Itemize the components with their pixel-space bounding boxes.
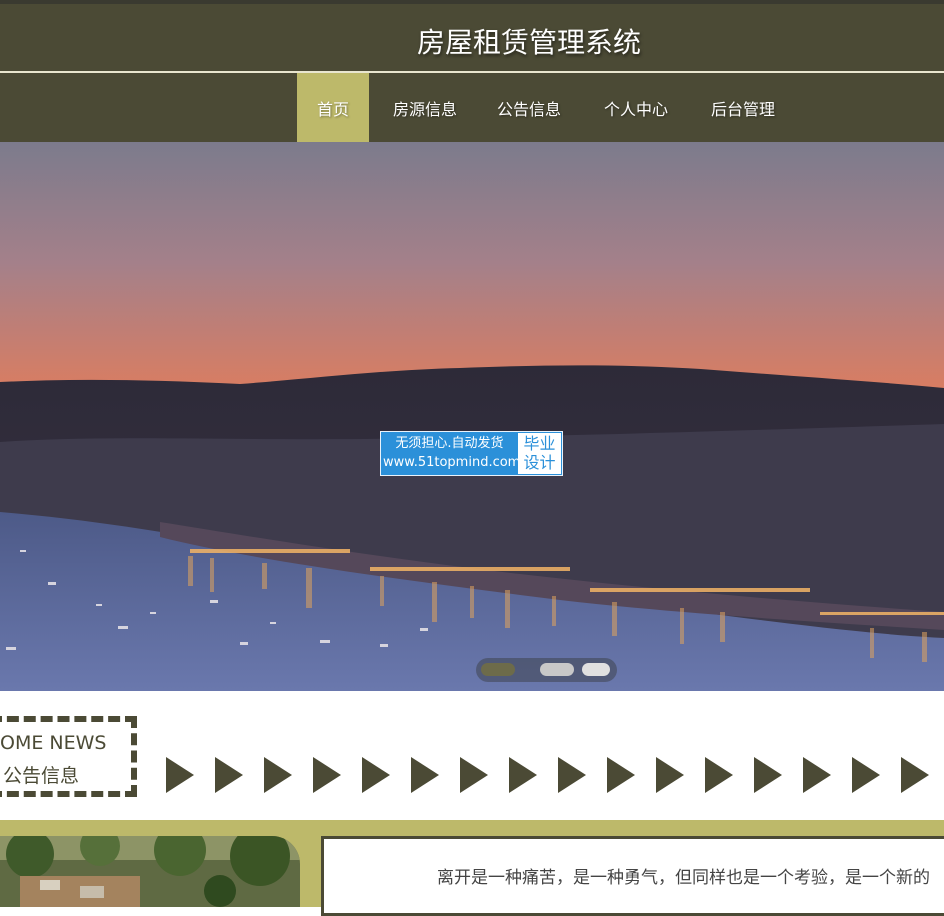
play-arrow-icon <box>460 757 488 793</box>
watermark-line-2: www.51topmind.com <box>383 455 521 470</box>
nav-item-announcements[interactable]: 公告信息 <box>488 73 570 142</box>
nav-item-admin[interactable]: 后台管理 <box>701 73 785 142</box>
main-nav: 首页 房源信息 公告信息 个人中心 后台管理 <box>0 73 944 142</box>
news-item-text: 离开是一种痛苦，是一种勇气，但同样也是一个考验，是一个新的 <box>437 868 930 888</box>
play-arrow-icon <box>656 757 684 793</box>
news-title-cn: 公告信息 <box>3 765 80 787</box>
carousel-dot-2[interactable] <box>540 663 574 676</box>
carousel-dot-1[interactable] <box>481 663 515 676</box>
site-header: 房屋租赁管理系统 <box>0 4 944 71</box>
nav-item-home[interactable]: 首页 <box>297 73 369 142</box>
watermark-tag-line-1: 毕业 <box>523 434 556 453</box>
play-arrow-icon <box>558 757 586 793</box>
nav-item-profile[interactable]: 个人中心 <box>594 73 678 142</box>
news-image[interactable] <box>0 836 300 907</box>
play-arrow-icon <box>166 757 194 793</box>
carousel-dot-3[interactable] <box>582 663 610 676</box>
watermark-text: 无须担心.自动发货 www.51topmind.com <box>383 434 521 473</box>
play-arrow-icon <box>705 757 733 793</box>
play-arrow-icon <box>509 757 537 793</box>
play-arrow-icon <box>754 757 782 793</box>
play-arrow-icon <box>215 757 243 793</box>
play-arrow-icon <box>803 757 831 793</box>
carousel-indicators <box>476 658 617 682</box>
play-arrow-icon <box>313 757 341 793</box>
play-arrow-icon <box>607 757 635 793</box>
arrow-decoration <box>166 757 929 793</box>
play-arrow-icon <box>901 757 929 793</box>
site-title: 房屋租赁管理系统 <box>417 26 642 59</box>
play-arrow-icon <box>852 757 880 793</box>
watermark-tag-line-2: 设计 <box>523 453 556 472</box>
play-arrow-icon <box>411 757 439 793</box>
banner-carousel[interactable] <box>0 142 944 691</box>
play-arrow-icon <box>362 757 390 793</box>
news-title-en: OME NEWS <box>0 732 107 754</box>
play-arrow-icon <box>264 757 292 793</box>
watermark-line-1: 无须担心.自动发货 <box>395 436 504 451</box>
watermark-badge: 无须担心.自动发货 www.51topmind.com 毕业 设计 <box>380 431 563 476</box>
nav-item-listings[interactable]: 房源信息 <box>383 73 467 142</box>
news-item[interactable]: 离开是一种痛苦，是一种勇气，但同样也是一个考验，是一个新的 <box>321 836 944 916</box>
garden-photo <box>0 836 300 907</box>
banner-image <box>0 142 944 691</box>
watermark-tag: 毕业 设计 <box>518 433 561 474</box>
